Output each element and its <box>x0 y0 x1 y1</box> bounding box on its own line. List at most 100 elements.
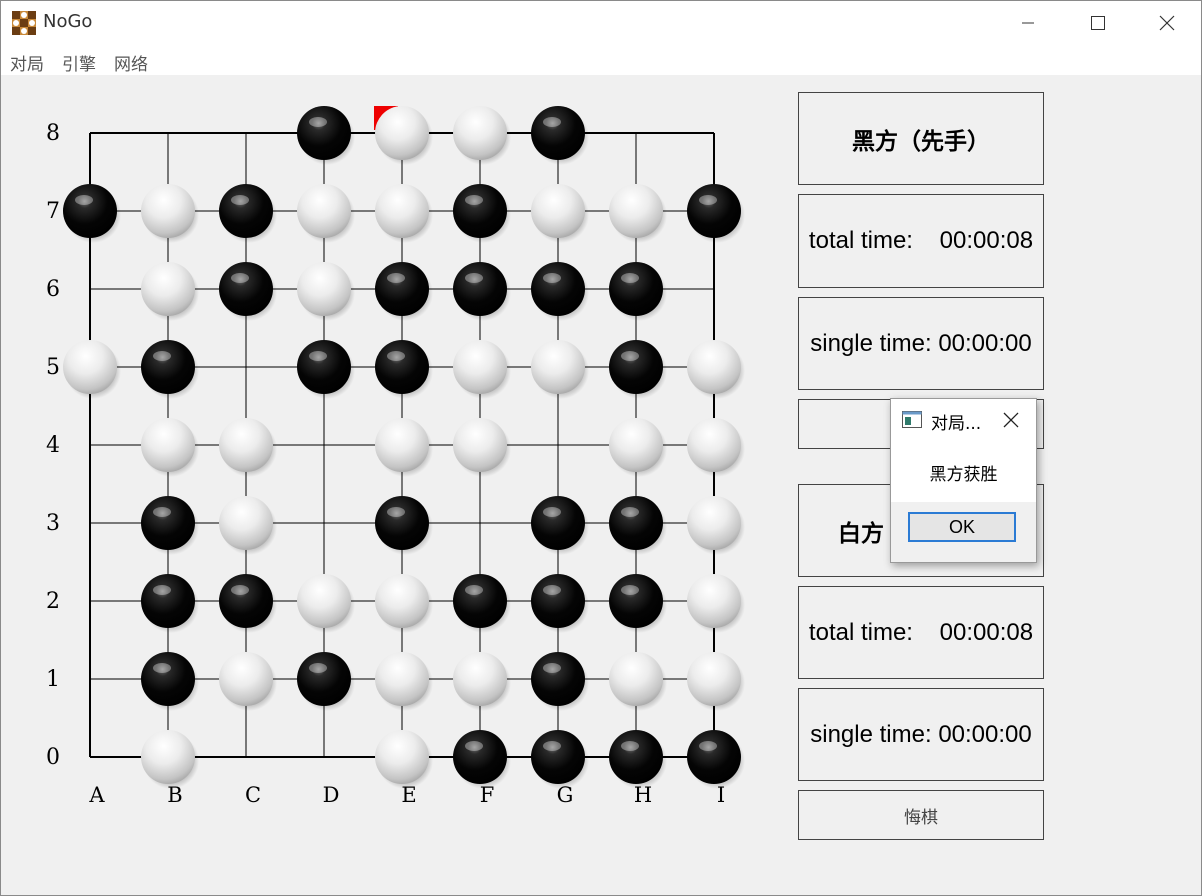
go-board[interactable]: 876543210A B C D E F G H I <box>1 75 791 821</box>
minimize-button[interactable] <box>993 1 1063 45</box>
white-stone <box>219 496 277 555</box>
row-label: 3 <box>46 511 60 536</box>
black-stone <box>219 184 277 243</box>
black-stone <box>609 340 667 399</box>
black-stone <box>687 184 745 243</box>
black-stone <box>609 730 667 789</box>
close-icon <box>1159 15 1175 31</box>
white-stone <box>609 418 667 477</box>
column-label: A <box>88 783 105 807</box>
white-single-time-label: single time: <box>810 720 932 748</box>
white-stone <box>687 652 745 711</box>
black-stone <box>375 340 433 399</box>
black-single-time: single time: 00:00:00 <box>798 297 1044 390</box>
row-label: 0 <box>46 745 60 770</box>
white-stone <box>375 184 433 243</box>
row-label: 2 <box>46 589 60 614</box>
white-stone <box>453 106 511 165</box>
title-bar: NoGo <box>1 1 1201 45</box>
black-single-time-value: 00:00:00 <box>938 329 1032 357</box>
row-label: 6 <box>46 277 60 302</box>
row-label: 5 <box>46 355 60 380</box>
white-stone <box>687 574 745 633</box>
column-label: C <box>245 783 261 807</box>
black-stone <box>609 262 667 321</box>
black-stone <box>141 574 199 633</box>
black-stone <box>219 262 277 321</box>
black-stone <box>63 184 121 243</box>
white-stone <box>219 418 277 477</box>
white-total-time-label: total time: <box>808 618 913 646</box>
white-stone <box>453 652 511 711</box>
menu-bar: 对局 引擎 网络 <box>1 45 1201 75</box>
black-total-time: total time: 00:00:08 <box>798 194 1044 288</box>
undo-button-label: 悔棋 <box>904 807 938 828</box>
white-stone <box>687 340 745 399</box>
black-player-panel: 黑方（先手） <box>798 92 1044 185</box>
white-stone <box>219 652 277 711</box>
black-stone <box>609 496 667 555</box>
black-stone <box>453 574 511 633</box>
black-stone <box>297 106 355 165</box>
white-stone <box>687 496 745 555</box>
black-total-time-label: total time: <box>808 227 913 254</box>
app-window-icon <box>902 411 922 428</box>
black-player-title: 黑方（先手） <box>852 127 990 155</box>
black-stone <box>141 652 199 711</box>
black-stone <box>375 262 433 321</box>
dialog-close-icon[interactable] <box>999 408 1023 432</box>
row-label: 8 <box>46 121 60 146</box>
white-single-time: single time: 00:00:00 <box>798 688 1044 781</box>
white-stone <box>375 418 433 477</box>
black-stone <box>531 652 589 711</box>
window-title: NoGo <box>43 11 93 32</box>
menu-game[interactable]: 对局 <box>10 50 44 75</box>
white-stone <box>63 340 121 399</box>
white-stone <box>531 184 589 243</box>
ok-button[interactable]: OK <box>908 512 1016 542</box>
menu-engine[interactable]: 引擎 <box>62 50 96 75</box>
white-stone <box>375 652 433 711</box>
white-stone <box>609 184 667 243</box>
white-undo-button[interactable]: 悔棋 <box>798 790 1044 840</box>
close-button[interactable] <box>1132 1 1201 45</box>
white-stone <box>375 106 433 165</box>
white-stone <box>609 652 667 711</box>
black-stone <box>687 730 745 789</box>
white-single-time-value: 00:00:00 <box>938 720 1032 748</box>
white-stone <box>297 574 355 633</box>
dialog-title: 对局... <box>931 414 982 434</box>
dialog-footer: OK <box>891 502 1036 562</box>
white-stone <box>687 418 745 477</box>
white-stone <box>141 418 199 477</box>
black-stone <box>375 496 433 555</box>
result-dialog: 对局... 黑方获胜 OK <box>890 398 1037 563</box>
black-single-time-label: single time: <box>810 329 932 357</box>
white-stone <box>297 184 355 243</box>
row-label: 1 <box>46 667 60 692</box>
white-stone <box>297 262 355 321</box>
black-stone <box>531 730 589 789</box>
minimize-icon <box>1022 22 1034 24</box>
black-stone <box>297 652 355 711</box>
board-stones <box>63 106 745 789</box>
white-stone <box>141 262 199 321</box>
menu-network[interactable]: 网络 <box>114 50 148 75</box>
white-stone <box>453 418 511 477</box>
black-total-time-value: 00:00:08 <box>939 227 1034 254</box>
maximize-button[interactable] <box>1063 1 1133 45</box>
black-stone <box>531 574 589 633</box>
black-stone <box>219 574 277 633</box>
black-stone <box>531 496 589 555</box>
black-stone <box>453 184 511 243</box>
white-stone <box>375 730 433 789</box>
white-total-time-value: 00:00:08 <box>939 618 1034 646</box>
black-stone <box>453 730 511 789</box>
board-game-icon <box>12 11 36 35</box>
black-stone <box>453 262 511 321</box>
column-label: D <box>323 783 340 807</box>
dialog-message: 黑方获胜 <box>929 465 998 485</box>
black-stone <box>141 496 199 555</box>
app-window: NoGo 对局 引擎 网络 8 7 6 5 4 3 2 1 0 A B C D … <box>0 0 1202 896</box>
black-stone <box>531 262 589 321</box>
